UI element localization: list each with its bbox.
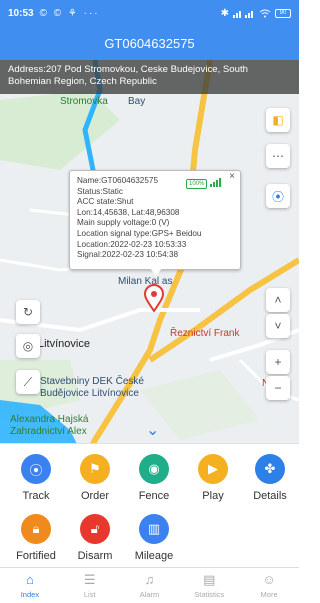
- status-bar: 10:53 © © ⚘ ··· ✱ 90: [0, 0, 299, 26]
- battery-badge: 100%: [186, 179, 208, 189]
- vehicle-marker-icon[interactable]: [144, 284, 164, 312]
- function-panel: ⦿ Track ⚑ Order ◉ Fence ▶ Play ✤ Details…: [0, 443, 299, 567]
- tab-more-label: More: [260, 590, 278, 599]
- bottom-tab-bar: ⌂ Index ☰ List ♫ Alarm ▤ Statistics ☺ Mo…: [0, 567, 299, 603]
- map-label-bay: Bay: [128, 96, 146, 107]
- refresh-button[interactable]: ↻: [16, 300, 40, 324]
- layers-button[interactable]: ◧: [266, 108, 290, 132]
- plus-icon: +: [274, 355, 282, 369]
- tab-more[interactable]: ☺ More: [239, 568, 299, 603]
- play-button[interactable]: ▶ Play: [183, 454, 243, 502]
- home-icon: ⌂: [25, 572, 34, 587]
- tab-alarm-label: Alarm: [139, 590, 160, 599]
- tab-list[interactable]: ☰ List: [60, 568, 120, 603]
- more-tools-button[interactable]: ⋯: [266, 144, 290, 168]
- dots-icon: ⋯: [272, 149, 284, 163]
- info-acc: ACC state:Shut: [77, 197, 134, 207]
- tab-statistics[interactable]: ▤ Statistics: [179, 568, 239, 603]
- details-icon: ✤: [255, 454, 285, 484]
- popup-tail: [150, 268, 162, 276]
- wifi-icon: [259, 9, 271, 17]
- bluetooth-icon: ✱: [220, 7, 229, 19]
- track-button[interactable]: ⦿ Track: [6, 454, 66, 502]
- unlock-icon: 🔓︎: [80, 514, 110, 544]
- pan-up-button[interactable]: ˄: [266, 288, 290, 312]
- details-label: Details: [253, 490, 287, 502]
- notification-icons: © © ⚘ ···: [39, 7, 100, 19]
- info-status: Status:Static: [77, 186, 123, 196]
- collapse-panel-icon[interactable]: ⌄: [146, 420, 159, 440]
- device-info-popup: × 100% Name:GT0604632575 Status:Static A…: [69, 170, 241, 270]
- mileage-button[interactable]: ▥ Mileage: [124, 514, 184, 562]
- tab-list-label: List: [83, 590, 96, 599]
- more-icon: ☺: [262, 572, 276, 587]
- location-icon: ⦿: [21, 454, 51, 484]
- tab-statistics-label: Statistics: [194, 590, 225, 599]
- system-icons: ✱ 90: [221, 8, 291, 19]
- details-button[interactable]: ✤ Details: [240, 454, 300, 502]
- tab-index[interactable]: ⌂ Index: [0, 568, 60, 603]
- flag-icon: ⚑: [80, 454, 110, 484]
- layers-icon: ◧: [272, 113, 284, 127]
- map-label-reznictvi: Řeznictví Frank: [170, 328, 240, 339]
- info-signal-time: Signal:2022-02-23 10:54:38: [77, 250, 179, 260]
- ruler-icon: ⟋: [23, 374, 33, 389]
- zoom-out-button[interactable]: −: [266, 376, 290, 400]
- alarm-icon: ♫: [144, 572, 155, 587]
- pin-icon: ⦿: [271, 189, 284, 204]
- pan-down-button[interactable]: ˅: [266, 314, 290, 338]
- clock: 10:53: [8, 7, 34, 19]
- info-location-time: Location:2022-02-23 10:53:33: [77, 239, 187, 249]
- tab-alarm[interactable]: ♫ Alarm: [120, 568, 180, 603]
- tab-index-label: Index: [20, 590, 40, 599]
- page-title: GT0604632575: [0, 26, 299, 60]
- minus-icon: −: [274, 381, 282, 395]
- zoom-in-button[interactable]: +: [266, 350, 290, 374]
- fortified-label: Fortified: [16, 550, 56, 562]
- track-label: Track: [22, 490, 50, 502]
- mileage-icon: ▥: [139, 514, 169, 544]
- statistics-icon: ▤: [203, 572, 216, 587]
- lock-icon: 🔒︎: [21, 514, 51, 544]
- list-icon: ☰: [83, 572, 96, 587]
- mileage-label: Mileage: [134, 550, 174, 562]
- map-label-alexandra: Alexandra Hajská Zahradnictví Alex: [10, 414, 89, 437]
- map-label-litvinovice: Litvínovice: [38, 338, 90, 350]
- signal-icon: [233, 10, 253, 18]
- map-label-dek: Stavebniny DEK České Budějovice Litvínov…: [40, 376, 144, 399]
- play-icon: ▶: [198, 454, 228, 484]
- chevron-up-icon: ˄: [274, 293, 282, 307]
- disarm-label: Disarm: [77, 550, 113, 562]
- map-label-stromovka: Stromovka: [60, 96, 108, 107]
- info-voltage: Main supply voltage:0 (V): [77, 218, 170, 228]
- refresh-icon: ↻: [22, 305, 34, 319]
- play-label: Play: [202, 490, 224, 502]
- locate-device-button[interactable]: ⦿: [266, 184, 290, 208]
- target-icon: ◎: [22, 339, 34, 353]
- fence-icon: ◉: [139, 454, 169, 484]
- order-button[interactable]: ⚑ Order: [65, 454, 125, 502]
- chevron-down-icon: ˅: [274, 319, 282, 333]
- fence-button[interactable]: ◉ Fence: [124, 454, 184, 502]
- signal-strength-icon: [210, 178, 221, 187]
- measure-button[interactable]: ⟋: [16, 370, 40, 394]
- address-banner: Address:207 Pod Stromovkou, Ceske Budejo…: [0, 60, 299, 94]
- disarm-button[interactable]: 🔓︎ Disarm: [65, 514, 125, 562]
- battery-icon: 90: [275, 8, 291, 18]
- close-icon[interactable]: ×: [229, 171, 235, 183]
- info-coordinates: Lon:14,45638, Lat:48,96308: [77, 207, 180, 217]
- order-label: Order: [80, 490, 110, 502]
- info-signal-type: Location signal type:GPS+ Beidou: [77, 228, 202, 238]
- my-location-button[interactable]: ◎: [16, 334, 40, 358]
- fortified-button[interactable]: 🔒︎ Fortified: [6, 514, 66, 562]
- fence-label: Fence: [138, 490, 170, 502]
